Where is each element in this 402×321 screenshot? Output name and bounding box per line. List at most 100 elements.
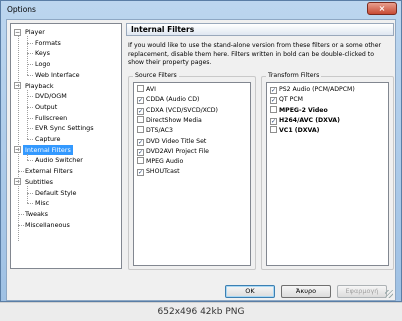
tree-connector — [27, 139, 33, 140]
tree-item-label: Audio Switcher — [35, 156, 83, 165]
tree-item[interactable]: Keys — [33, 48, 52, 58]
tree-item[interactable]: Output — [33, 102, 59, 112]
tree-item-label: External Filters — [25, 167, 73, 176]
checkbox-checked-icon[interactable]: ✓ — [137, 169, 144, 177]
filter-item[interactable]: ✓ DVD2AVI Project File — [137, 147, 209, 156]
checkbox-checked-icon[interactable]: ✓ — [270, 97, 277, 105]
source-filters-group: Source Filters AVI ✓ CDDA (Audio CD) ✓ CDXA … — [128, 72, 256, 270]
transform-filters-group: Transform Filters ✓ PS2 Audio (PCM/ADPCM)… — [261, 72, 394, 270]
options-window: Options × Player − Formats Keys Logo Web Inte… — [0, 0, 402, 302]
tree-connector — [27, 203, 33, 205]
filter-item-label: DVD Video Title Set — [146, 137, 207, 145]
filter-item[interactable]: MPEG-2 Video — [270, 105, 328, 115]
tree-connector — [27, 185, 28, 204]
transform-filters-list[interactable]: ✓ PS2 Audio (PCM/ADPCM) ✓ QT PCM MPEG-2 Vide… — [266, 82, 389, 266]
source-filters-title: Source Filters — [133, 72, 179, 79]
filter-item[interactable]: ✓ CDDA (Audio CD) — [137, 95, 200, 105]
tree-item-label: Tweaks — [25, 209, 48, 218]
filter-item[interactable]: DTS/AC3 — [137, 126, 173, 135]
panel-description: If you would like to use the stand-alone… — [128, 42, 382, 66]
tree-connector — [27, 153, 28, 161]
filter-item[interactable]: AVI — [137, 85, 156, 94]
title-bar[interactable]: Options × — [1, 1, 401, 19]
filter-item-label: VC1 (DXVA) — [279, 127, 320, 135]
tree-item-label: Logo — [35, 60, 51, 69]
filter-item[interactable]: ✓ PS2 Audio (PCM/ADPCM) — [270, 85, 355, 94]
tree-item-label: Miscellaneous — [25, 220, 70, 229]
checkbox-checked-icon[interactable]: ✓ — [137, 138, 144, 146]
tree-item-label: Default Style — [35, 188, 77, 197]
filter-item-label: CDDA (Audio CD) — [146, 96, 200, 104]
apply-button[interactable]: Εφαρμογή — [337, 285, 387, 298]
filter-item[interactable]: MPEG Audio — [137, 157, 183, 166]
tree-item[interactable]: Miscellaneous — [23, 220, 72, 230]
filter-item-label: DVD2AVI Project File — [146, 147, 209, 155]
tree-item[interactable]: External Filters — [23, 166, 75, 176]
tree-item-label: Misc — [35, 199, 50, 208]
filter-item-label: SHOUTcast — [146, 168, 180, 176]
checkbox-checked-icon[interactable]: ✓ — [137, 107, 144, 115]
tree-item[interactable]: Tweaks — [23, 209, 50, 219]
filter-item-label: PS2 Audio (PCM/ADPCM) — [279, 86, 355, 93]
checkbox-unchecked-icon[interactable] — [137, 85, 144, 92]
tree-item-label: Capture — [35, 135, 61, 143]
checkbox-unchecked-icon[interactable] — [137, 126, 144, 134]
tree-connector — [27, 89, 28, 139]
tree-item-label: DVD/OGM — [35, 92, 67, 101]
source-filters-list[interactable]: AVI ✓ CDDA (Audio CD) ✓ CDXA (VCD/SVCD/XCD) D… — [133, 82, 251, 266]
checkbox-checked-icon[interactable]: ✓ — [137, 97, 144, 105]
tree-item-label: Keys — [35, 49, 50, 58]
filter-item-label: QT PCM — [279, 96, 304, 104]
filter-item[interactable]: ✓ H264/AVC (DXVA) — [270, 116, 340, 125]
filter-item-label: DirectShow Media — [146, 116, 202, 124]
tree-item-label: Formats — [35, 38, 61, 47]
panel-title: Internal Filters — [131, 25, 195, 34]
tree-item[interactable]: Formats — [33, 38, 63, 48]
checkbox-unchecked-icon[interactable] — [137, 157, 144, 165]
tree-connector — [27, 36, 28, 75]
tree-connector — [18, 36, 19, 241]
resize-grip[interactable] — [385, 290, 393, 298]
checkbox-unchecked-icon[interactable] — [137, 115, 144, 123]
options-tree[interactable]: Player − Formats Keys Logo Web Interface Playb… — [10, 23, 122, 269]
tree-connector — [27, 160, 33, 162]
tree-item-label: Output — [35, 102, 58, 111]
filter-item[interactable]: ✓ SHOUTcast — [137, 167, 180, 177]
tree-item[interactable]: Logo — [33, 59, 52, 69]
dialog-client-area: Player − Formats Keys Logo Web Interface Playb… — [6, 19, 396, 301]
checkbox-checked-icon[interactable]: ✓ — [137, 148, 144, 156]
image-caption: 652x496 42kb PNG — [0, 302, 402, 321]
tree-item[interactable]: Misc — [33, 198, 51, 208]
tree-item-label: Web Interface — [35, 70, 80, 79]
checkbox-unchecked-icon[interactable] — [270, 105, 277, 113]
close-button[interactable]: × — [367, 2, 397, 15]
tree-item[interactable]: Audio Switcher — [33, 155, 85, 165]
tree-item[interactable]: DVD/OGM — [33, 91, 69, 101]
filter-item[interactable]: DirectShow Media — [137, 115, 202, 125]
filter-item[interactable]: VC1 (DXVA) — [270, 126, 320, 135]
checkbox-unchecked-icon[interactable] — [270, 126, 277, 134]
checkbox-checked-icon[interactable]: ✓ — [270, 117, 277, 125]
ok-button[interactable]: OK — [225, 285, 275, 298]
cancel-button[interactable]: Άκυρο — [281, 285, 331, 298]
window-title: Options — [7, 5, 36, 14]
filter-item-label: MPEG Audio — [146, 158, 184, 166]
tree-item[interactable]: Fullscreen — [33, 113, 69, 123]
filter-item-label: AVI — [146, 86, 156, 93]
tree-item[interactable]: EVR Sync Settings — [33, 123, 96, 133]
filter-item-label: H264/AVC (DXVA) — [279, 116, 340, 124]
tree-item[interactable]: Internal Filters — [23, 144, 73, 155]
filter-item-label: CDXA (VCD/SVCD/XCD) — [146, 106, 218, 114]
checkbox-checked-icon[interactable]: ✓ — [270, 87, 277, 94]
tree-item-label: EVR Sync Settings — [35, 124, 94, 133]
tree-item[interactable]: Capture — [33, 134, 62, 144]
filter-item[interactable]: ✓ CDXA (VCD/SVCD/XCD) — [137, 106, 218, 115]
transform-filters-title: Transform Filters — [266, 72, 322, 79]
tree-expander-icon[interactable]: − — [14, 28, 21, 36]
panel-header: Internal Filters — [126, 23, 394, 36]
filter-item[interactable]: ✓ DVD Video Title Set — [137, 137, 206, 146]
tree-item-label: Internal Filters — [23, 144, 73, 155]
tree-item[interactable]: Web Interface — [33, 70, 82, 80]
filter-item[interactable]: ✓ QT PCM — [270, 95, 304, 105]
tree-item[interactable]: Default Style — [33, 188, 78, 198]
